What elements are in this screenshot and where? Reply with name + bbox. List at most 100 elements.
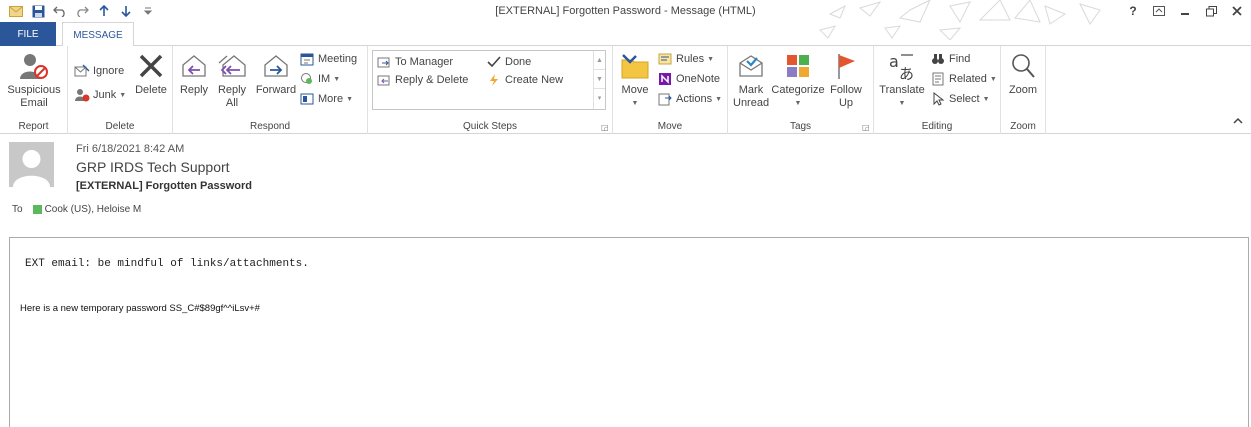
restore-icon[interactable] bbox=[1203, 3, 1219, 19]
tab-file[interactable]: FILE bbox=[0, 22, 56, 46]
reply-button[interactable]: Reply bbox=[177, 50, 211, 97]
lightning-icon bbox=[486, 72, 502, 88]
reply-icon bbox=[178, 50, 210, 82]
svg-text:あ: あ bbox=[899, 65, 914, 81]
tab-message[interactable]: MESSAGE bbox=[62, 22, 134, 47]
group-label-zoom: Zoom bbox=[1010, 121, 1036, 132]
ribbon-display-options-icon[interactable] bbox=[1151, 3, 1167, 19]
person-icon bbox=[9, 142, 54, 187]
minimize-icon[interactable] bbox=[1177, 3, 1193, 19]
meeting-label: Meeting bbox=[318, 53, 358, 65]
move-label: Move bbox=[621, 84, 649, 96]
mark-unread-button[interactable]: Mark Unread bbox=[732, 50, 770, 110]
suspicious-email-label: Suspicious Email bbox=[7, 84, 61, 109]
to-manager-label: To Manager bbox=[395, 56, 454, 68]
follow-up-label: Follow Up bbox=[830, 84, 862, 109]
help-button[interactable]: ? bbox=[1125, 3, 1141, 19]
scroll-down-icon[interactable]: ▼ bbox=[594, 70, 605, 89]
zoom-button[interactable]: Zoom bbox=[1005, 50, 1041, 97]
forward-button[interactable]: Forward bbox=[253, 50, 299, 97]
related-icon bbox=[930, 71, 946, 87]
chevron-down-icon: ▼ bbox=[898, 100, 906, 107]
im-button[interactable]: IM ▼ bbox=[299, 70, 340, 88]
group-label-move: Move bbox=[657, 121, 683, 132]
external-email-banner: EXT email: be mindful of links/attachmen… bbox=[25, 258, 309, 270]
group-label-delete: Delete bbox=[105, 121, 135, 132]
onenote-icon bbox=[657, 71, 673, 87]
onenote-button[interactable]: OneNote bbox=[657, 70, 720, 88]
to-label: To bbox=[12, 204, 23, 215]
cursor-icon bbox=[930, 91, 946, 107]
chevron-down-icon: ▼ bbox=[631, 100, 639, 107]
find-button[interactable]: Find bbox=[930, 50, 970, 68]
avatar[interactable] bbox=[9, 142, 54, 187]
reply-all-icon bbox=[216, 50, 248, 82]
group-zoom: Zoom Zoom bbox=[1001, 46, 1046, 134]
follow-up-button[interactable]: Follow Up bbox=[826, 50, 866, 110]
message-date: Fri 6/18/2021 8:42 AM bbox=[76, 143, 185, 155]
suspicious-email-button[interactable]: Suspicious Email bbox=[4, 50, 64, 110]
group-move: Move ▼ Rules ▼ OneNote Actions ▼ Move bbox=[613, 46, 728, 134]
reply-label: Reply bbox=[179, 84, 209, 96]
expand-gallery-icon[interactable]: ▾ bbox=[594, 89, 605, 108]
mark-unread-icon bbox=[735, 50, 767, 82]
binoculars-icon bbox=[930, 51, 946, 67]
ignore-label: Ignore bbox=[93, 65, 125, 77]
quick-step-create-new[interactable]: Create New bbox=[486, 71, 563, 89]
group-report: Suspicious Email Report bbox=[0, 46, 68, 134]
chevron-down-icon: ▼ bbox=[707, 55, 715, 63]
onenote-label: OneNote bbox=[676, 73, 721, 85]
sender-name[interactable]: GRP IRDS Tech Support bbox=[76, 159, 230, 175]
actions-label: Actions bbox=[676, 93, 713, 105]
create-new-label: Create New bbox=[505, 74, 564, 86]
meeting-button[interactable]: Meeting bbox=[299, 50, 357, 68]
actions-icon bbox=[657, 91, 673, 107]
group-label-report: Report bbox=[18, 121, 49, 132]
related-label: Related bbox=[949, 73, 987, 85]
actions-button[interactable]: Actions ▼ bbox=[657, 90, 722, 108]
quick-step-reply-delete[interactable]: Reply & Delete bbox=[376, 71, 468, 89]
quick-step-to-manager[interactable]: To Manager bbox=[376, 53, 453, 71]
close-icon[interactable] bbox=[1229, 3, 1245, 19]
delete-button[interactable]: Delete bbox=[132, 50, 170, 97]
dialog-launcher-icon[interactable]: ◲ bbox=[601, 123, 609, 132]
translate-icon: aあ bbox=[886, 50, 918, 82]
message-body[interactable]: EXT email: be mindful of links/attachmen… bbox=[9, 237, 1249, 427]
more-respond-button[interactable]: More ▼ bbox=[299, 90, 353, 108]
reply-delete-icon bbox=[376, 72, 392, 88]
scroll-up-icon[interactable]: ▲ bbox=[594, 51, 605, 70]
delete-label: Delete bbox=[135, 84, 167, 96]
group-respond: Reply Reply All Forward Meeting IM ▼ Mor… bbox=[173, 46, 368, 134]
folder-move-icon bbox=[619, 50, 651, 82]
junk-label: Junk bbox=[93, 89, 117, 101]
junk-icon bbox=[74, 87, 90, 103]
quick-steps-scrollbar[interactable]: ▲ ▼ ▾ bbox=[593, 51, 605, 109]
quick-step-done[interactable]: Done bbox=[486, 53, 531, 71]
recipient-name[interactable]: Cook (US), Heloise M bbox=[45, 204, 142, 215]
title-bar: [EXTERNAL] Forgotten Password - Message … bbox=[0, 0, 1251, 40]
to-row: To Cook (US), Heloise M bbox=[12, 204, 141, 215]
group-quick-steps: To Manager Done Reply & Delete Create Ne… bbox=[368, 46, 613, 134]
group-editing: aあ Translate ▼ Find Related ▼ Select ▼ E… bbox=[874, 46, 1001, 134]
related-button[interactable]: Related ▼ bbox=[930, 70, 997, 88]
svg-text:a: a bbox=[889, 52, 899, 71]
collapse-ribbon-icon[interactable] bbox=[1233, 116, 1243, 127]
categorize-button[interactable]: Categorize ▼ bbox=[771, 50, 825, 110]
more-label: More bbox=[318, 93, 344, 105]
group-label-respond: Respond bbox=[249, 121, 291, 132]
move-button[interactable]: Move ▼ bbox=[617, 50, 653, 110]
group-delete: Ignore Junk ▼ Delete Delete bbox=[68, 46, 173, 134]
flag-icon bbox=[830, 50, 862, 82]
chevron-down-icon: ▼ bbox=[982, 95, 990, 103]
rules-button[interactable]: Rules ▼ bbox=[657, 50, 714, 68]
ignore-button[interactable]: Ignore bbox=[74, 62, 124, 80]
dialog-launcher-icon[interactable]: ◲ bbox=[862, 123, 870, 132]
presence-indicator bbox=[32, 205, 42, 214]
zoom-label: Zoom bbox=[1008, 84, 1038, 96]
select-button[interactable]: Select ▼ bbox=[930, 90, 990, 108]
reply-all-button[interactable]: Reply All bbox=[213, 50, 251, 110]
junk-button[interactable]: Junk ▼ bbox=[74, 86, 126, 104]
translate-button[interactable]: aあ Translate ▼ bbox=[876, 50, 928, 110]
reply-delete-label: Reply & Delete bbox=[395, 74, 469, 86]
find-label: Find bbox=[949, 53, 971, 65]
